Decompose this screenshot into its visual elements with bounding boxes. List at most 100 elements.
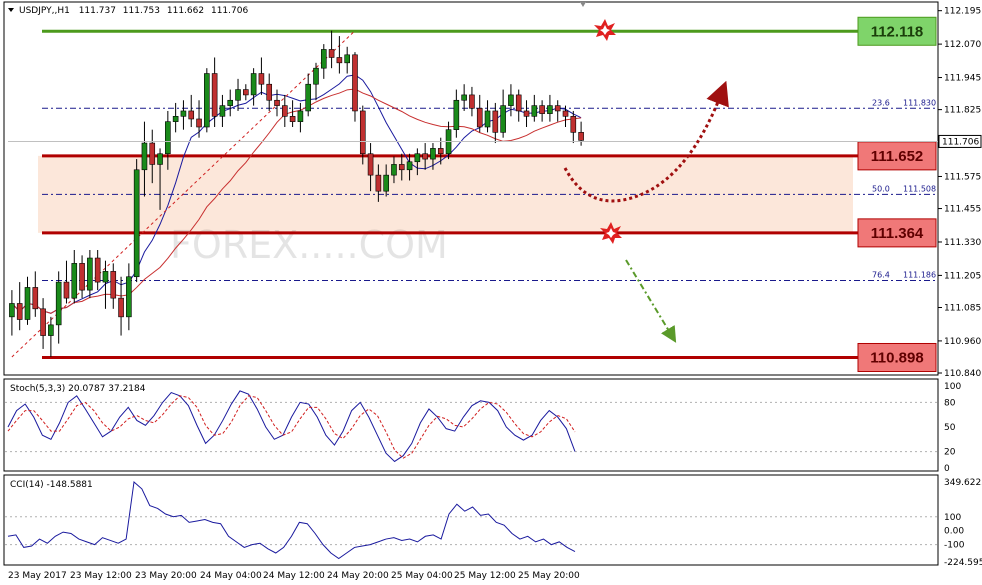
header-low: 111.662 xyxy=(167,6,204,16)
x-axis-label: 23 May 12:00 xyxy=(70,571,132,581)
cci-tick-label: 100 xyxy=(944,513,961,523)
candle-body xyxy=(274,99,280,106)
candle-body xyxy=(297,110,304,122)
candle-body xyxy=(508,94,514,106)
candle-body xyxy=(554,105,561,112)
level-label: 112.118 xyxy=(871,23,924,40)
candle-body xyxy=(102,271,109,283)
candle-body xyxy=(352,54,358,112)
candle-body xyxy=(398,164,405,171)
y-tick-label: 112.195 xyxy=(944,7,981,17)
candle-body xyxy=(313,67,319,85)
x-axis-label: 24 May 20:00 xyxy=(327,571,389,581)
candle-body xyxy=(484,110,491,128)
header-close: 111.706 xyxy=(211,6,248,16)
candle-body xyxy=(453,99,460,130)
candle-body xyxy=(79,263,85,291)
x-axis-label: 23 May 2017 xyxy=(8,571,67,581)
candle-body xyxy=(570,116,577,133)
candle-body xyxy=(578,132,584,141)
candle-body xyxy=(110,271,117,299)
x-axis-label: 25 May 20:00 xyxy=(518,571,580,581)
stoch-tick-label: 100 xyxy=(944,382,961,392)
candle-body xyxy=(336,57,343,64)
x-axis-label: 23 May 20:00 xyxy=(135,571,197,581)
cci-tick-label: -100 xyxy=(944,541,965,551)
fib-price-label: 111.830 xyxy=(903,98,936,107)
candle-body xyxy=(500,105,506,133)
candle-body xyxy=(375,174,382,192)
y-tick-label: 110.960 xyxy=(944,337,981,347)
header-open: 111.737 xyxy=(79,6,116,16)
candle-body xyxy=(531,105,538,117)
fib-ratio-label: 23.6 xyxy=(872,98,890,107)
candle-body xyxy=(63,281,70,299)
x-axis-label: 25 May 12:00 xyxy=(454,571,516,581)
candle-body xyxy=(48,324,54,336)
candle-body xyxy=(250,73,257,96)
stoch-tick-label: 50 xyxy=(944,423,956,433)
candle-body xyxy=(406,161,413,171)
cci-tick-label: -224.5955 xyxy=(944,558,982,568)
y-tick-label: 111.085 xyxy=(944,303,981,313)
fib-price-label: 111.508 xyxy=(903,184,936,193)
candle-body xyxy=(328,49,335,58)
candle-body xyxy=(305,83,311,112)
level-label: 111.652 xyxy=(871,148,924,165)
stoch-tick-label: 20 xyxy=(944,448,956,458)
candle-body xyxy=(320,49,327,69)
stoch-tick-label: 0 xyxy=(944,464,950,474)
level-label: 110.898 xyxy=(870,349,923,366)
candle-body xyxy=(133,169,140,278)
x-axis-label: 25 May 04:00 xyxy=(391,571,453,581)
stoch-tick-label: 80 xyxy=(944,398,956,408)
candle-body xyxy=(492,110,499,133)
cci-panel xyxy=(3,474,939,566)
current-price-label: 111.706 xyxy=(942,137,979,147)
candle-body xyxy=(32,287,39,310)
y-tick-label: 110.840 xyxy=(944,369,981,379)
candle-body xyxy=(188,110,195,120)
candle-body xyxy=(539,105,545,114)
candle-body xyxy=(562,110,569,117)
fib-price-label: 111.186 xyxy=(903,270,936,279)
watermark: FOREX.....COM xyxy=(170,223,448,267)
candle-body xyxy=(9,303,15,318)
trading-chart: FOREX.....COM 23.6 111.830 50.0 111.508 76.4… xyxy=(3,1,982,581)
candle-body xyxy=(219,105,226,117)
candle-body xyxy=(515,94,522,112)
cci-tick-label: 349.6223 xyxy=(944,478,982,488)
y-tick-label: 111.825 xyxy=(944,106,981,116)
y-tick-label: 111.945 xyxy=(944,74,981,84)
candle-body xyxy=(266,83,273,101)
candle-body xyxy=(180,110,187,117)
candle-body xyxy=(211,73,218,117)
candle-body xyxy=(227,99,234,106)
candle-body xyxy=(359,110,366,155)
candle-body xyxy=(157,153,163,165)
candle-body xyxy=(258,73,265,85)
candle-body xyxy=(282,105,288,117)
candle-body xyxy=(71,263,78,299)
cci-title: CCI(14) -148.5881 xyxy=(10,480,93,490)
x-axis-label: 24 May 04:00 xyxy=(200,571,262,581)
candle-body xyxy=(141,142,148,171)
candle-body xyxy=(414,153,421,163)
y-tick-label: 111.455 xyxy=(944,205,981,215)
candle-body xyxy=(196,118,202,128)
candle-body xyxy=(94,257,101,283)
candle-body xyxy=(40,308,46,336)
candle-body xyxy=(344,54,350,64)
cci-tick-label: 0.00 xyxy=(944,527,964,537)
y-tick-label: 112.070 xyxy=(944,40,981,50)
candle-body xyxy=(243,89,249,96)
candle-body xyxy=(235,89,241,101)
candle-body xyxy=(165,121,171,155)
candle-body xyxy=(87,257,93,291)
candle-body xyxy=(383,174,389,192)
candle-body xyxy=(437,148,444,155)
candle-body xyxy=(289,116,296,122)
y-tick-label: 111.205 xyxy=(944,271,981,281)
candle-body xyxy=(149,142,156,165)
svg-text:USDJPY,,H1 111.737 111: USDJPY,,H1 111.737 111.753 111.662 111.7… xyxy=(19,6,248,16)
